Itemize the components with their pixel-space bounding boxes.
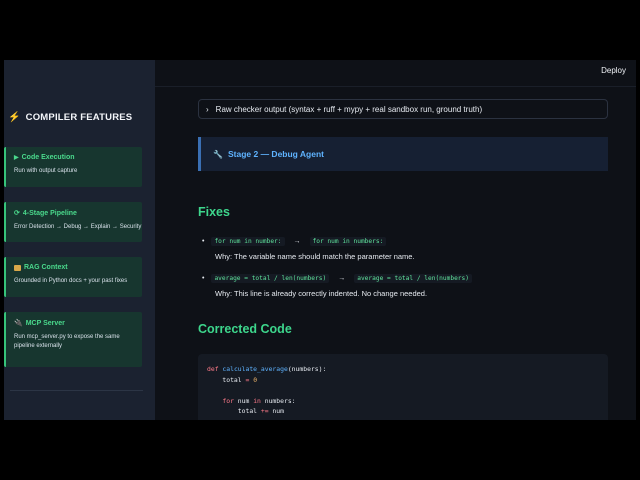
sidebar-title: ⚡ COMPILER FEATURES — [8, 112, 132, 123]
code-line: total = 0 — [222, 375, 258, 384]
play-icon: ▶ — [14, 155, 19, 161]
app-window: ⚡ COMPILER FEATURES ▶ Code Execution Run… — [4, 60, 636, 420]
sidebar-divider — [10, 390, 143, 391]
code-line: def calculate_average(numbers): — [207, 365, 327, 373]
fixes-heading: Fixes — [198, 205, 230, 219]
bullet: • — [202, 275, 205, 282]
corrected-code-heading: Corrected Code — [198, 322, 292, 336]
code-line: for num in numbers: — [222, 396, 296, 405]
arrow-right-icon: → — [293, 238, 301, 245]
fix-to: average = total / len(numbers) — [354, 274, 472, 283]
fix-to: for num in numbers: — [309, 237, 387, 246]
code-block[interactable]: def calculate_average(numbers): total = … — [198, 354, 608, 420]
feature-card-desc: Run with output capture — [14, 168, 78, 174]
feature-card-title: Code Execution — [21, 154, 75, 161]
fix-from: for num in number: — [211, 237, 285, 246]
cycle-icon: ⟳ — [14, 210, 20, 217]
feature-card-title: RAG Context — [24, 264, 68, 271]
feature-card-pipeline: ⟳ 4-Stage Pipeline Error Detection → Deb… — [4, 202, 142, 242]
fix-item: • for num in number: → for num in number… — [202, 237, 622, 261]
feature-card-desc-line: Run mcp_server.py to expose the same — [14, 334, 120, 340]
feature-card-desc: Error Detection → Debug → Explain → Secu… — [14, 224, 142, 230]
wrench-icon: 🔧 — [213, 149, 223, 159]
feature-card-desc-line: pipeline externally — [14, 343, 63, 349]
sidebar-title-text: COMPILER FEATURES — [25, 112, 133, 123]
raw-output-expander[interactable]: › Raw checker output (syntax + ruff + my… — [198, 99, 608, 119]
bullet: • — [202, 238, 205, 245]
fix-from: average = total / len(numbers) — [211, 274, 330, 283]
books-icon — [14, 264, 21, 271]
feature-card-code-execution: ▶ Code Execution Run with output capture — [4, 147, 142, 187]
stage-title: Stage 2 — Debug Agent — [227, 149, 324, 159]
expander-label: Raw checker output (syntax + ruff + mypy… — [215, 104, 483, 114]
feature-card-rag: RAG Context Grounded in Python docs + yo… — [4, 257, 142, 297]
top-bar: Deploy — [155, 60, 636, 87]
deploy-button[interactable]: Deploy — [601, 66, 626, 75]
feature-card-desc: Grounded in Python docs + your past fixe… — [14, 278, 128, 284]
sidebar: ⚡ COMPILER FEATURES ▶ Code Execution Run… — [4, 60, 155, 420]
feature-card-mcp: 🔌 MCP Server Run mcp_server.py to expose… — [4, 312, 142, 367]
feature-card-desc: Run mcp_server.py to expose the same pip… — [14, 333, 142, 351]
fix-why: Why: This line is already correctly inde… — [215, 289, 428, 298]
chevron-right-icon: › — [206, 104, 209, 114]
stage-banner: 🔧 Stage 2 — Debug Agent — [198, 137, 608, 171]
feature-card-title: 4-Stage Pipeline — [22, 209, 77, 217]
feature-card-title: MCP Server — [25, 319, 65, 327]
lightning-icon: ⚡ — [8, 112, 21, 123]
fix-item: • average = total / len(numbers) → avera… — [202, 274, 622, 298]
fix-why: Why: The variable name should match the … — [215, 252, 415, 261]
code-line: total += num — [237, 407, 284, 415]
main-content: › Raw checker output (syntax + ruff + my… — [155, 86, 636, 420]
plug-icon: 🔌 — [14, 320, 23, 327]
arrow-right-icon: → — [338, 275, 346, 282]
